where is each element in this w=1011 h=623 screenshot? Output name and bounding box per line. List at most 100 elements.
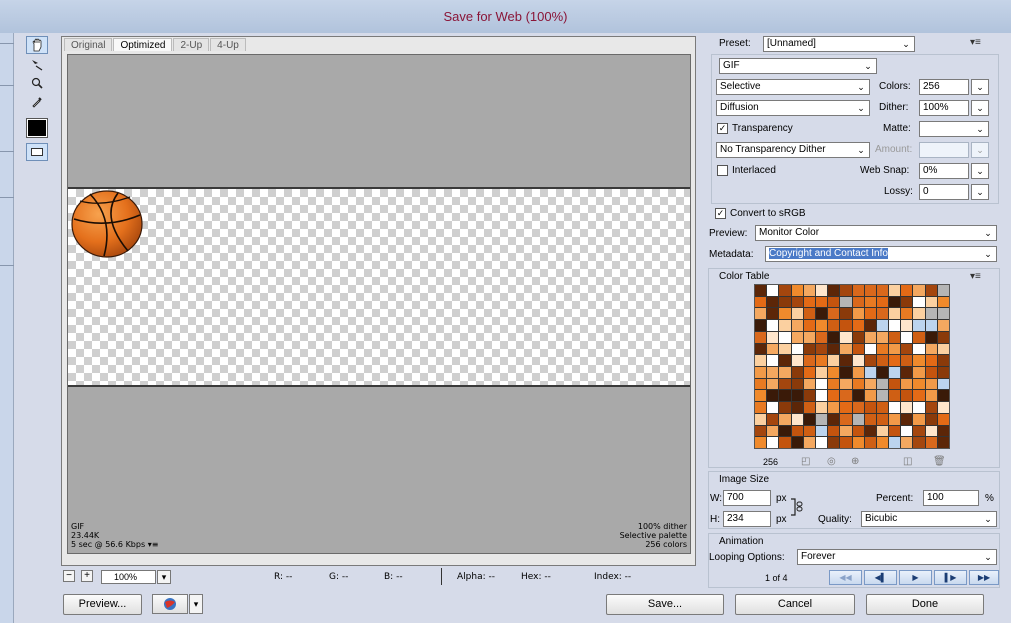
color-swatch[interactable]: [901, 425, 913, 437]
color-swatch[interactable]: [864, 308, 876, 320]
color-swatch[interactable]: [767, 331, 779, 343]
color-swatch[interactable]: [925, 378, 937, 390]
color-table-menu-icon[interactable]: ▾≡: [970, 271, 981, 282]
color-swatch[interactable]: [840, 390, 852, 402]
color-swatch[interactable]: [852, 378, 864, 390]
color-table-grid[interactable]: [754, 284, 950, 449]
color-swatch[interactable]: [779, 413, 791, 425]
color-swatch[interactable]: [864, 437, 876, 448]
color-swatch[interactable]: [937, 425, 949, 437]
lossy-field[interactable]: 0: [919, 184, 969, 200]
dither-algorithm-select[interactable]: Diffusion ⌄: [716, 100, 870, 116]
color-swatch[interactable]: [840, 308, 852, 320]
interlaced-checkbox[interactable]: [717, 165, 728, 176]
color-swatch[interactable]: [840, 437, 852, 448]
color-swatch[interactable]: [913, 378, 925, 390]
color-swatch[interactable]: [828, 320, 840, 331]
color-swatch[interactable]: [840, 413, 852, 425]
color-swatch[interactable]: [925, 355, 937, 366]
width-field[interactable]: 700: [723, 490, 771, 506]
color-swatch[interactable]: [779, 320, 791, 331]
color-swatch[interactable]: [803, 437, 815, 448]
preview-button[interactable]: Preview...: [63, 594, 142, 615]
color-swatch[interactable]: [803, 355, 815, 366]
file-format-select[interactable]: GIF ⌄: [719, 58, 877, 74]
color-swatch[interactable]: [828, 402, 840, 413]
color-swatch[interactable]: [767, 343, 779, 355]
color-swatch[interactable]: [803, 285, 815, 296]
color-swatch[interactable]: [767, 320, 779, 331]
color-swatch[interactable]: [755, 308, 767, 320]
color-swatch[interactable]: [755, 285, 767, 296]
color-swatch[interactable]: [755, 413, 767, 425]
color-swatch[interactable]: [925, 437, 937, 448]
image-canvas[interactable]: [67, 54, 691, 554]
color-swatch[interactable]: [876, 437, 889, 448]
color-swatch[interactable]: [767, 296, 779, 308]
color-swatch[interactable]: [901, 343, 913, 355]
color-swatch[interactable]: [791, 437, 803, 448]
color-swatch[interactable]: [755, 331, 767, 343]
color-swatch[interactable]: [925, 343, 937, 355]
color-swatch[interactable]: [779, 367, 791, 378]
color-swatch[interactable]: [901, 390, 913, 402]
color-swatch[interactable]: [791, 425, 803, 437]
color-swatch[interactable]: [779, 285, 791, 296]
color-swatch[interactable]: [901, 320, 913, 331]
colors-dropdown-arrow[interactable]: ⌄: [971, 79, 989, 95]
lossy-dropdown-arrow[interactable]: ⌄: [971, 184, 989, 200]
color-swatch[interactable]: [815, 343, 828, 355]
color-swatch[interactable]: [889, 296, 901, 308]
color-swatch[interactable]: [791, 320, 803, 331]
tab-original[interactable]: Original: [64, 38, 113, 51]
color-swatch[interactable]: [815, 367, 828, 378]
color-swatch[interactable]: [779, 437, 791, 448]
transparency-dither-select[interactable]: No Transparency Dither ⌄: [716, 142, 870, 158]
color-swatch[interactable]: [864, 378, 876, 390]
color-reduction-select[interactable]: Selective ⌄: [716, 79, 870, 95]
color-swatch[interactable]: [876, 343, 889, 355]
color-swatch[interactable]: [852, 296, 864, 308]
color-swatch[interactable]: [791, 355, 803, 366]
color-swatch[interactable]: [840, 320, 852, 331]
color-swatch[interactable]: [889, 402, 901, 413]
color-swatch[interactable]: [937, 285, 949, 296]
color-swatch[interactable]: [889, 343, 901, 355]
color-swatch[interactable]: [815, 402, 828, 413]
color-swatch[interactable]: [791, 331, 803, 343]
tab-optimized[interactable]: Optimized: [113, 38, 173, 51]
colors-field[interactable]: 256: [919, 79, 969, 95]
color-swatch[interactable]: [889, 413, 901, 425]
color-swatch[interactable]: [779, 355, 791, 366]
zoom-in-button[interactable]: +: [81, 570, 93, 582]
color-swatch[interactable]: [864, 285, 876, 296]
color-swatch[interactable]: [864, 331, 876, 343]
eyedropper-color-swatch[interactable]: [26, 118, 48, 138]
color-swatch[interactable]: [876, 378, 889, 390]
color-swatch[interactable]: [803, 320, 815, 331]
color-swatch[interactable]: [889, 308, 901, 320]
color-swatch[interactable]: [925, 308, 937, 320]
color-swatch[interactable]: [913, 402, 925, 413]
color-swatch[interactable]: [767, 425, 779, 437]
color-swatch[interactable]: [840, 367, 852, 378]
color-swatch[interactable]: [852, 285, 864, 296]
color-swatch[interactable]: [876, 285, 889, 296]
color-swatch[interactable]: [864, 402, 876, 413]
previous-frame-button[interactable]: ◀▌: [864, 570, 897, 585]
color-swatch[interactable]: [803, 343, 815, 355]
color-swatch[interactable]: [767, 355, 779, 366]
color-swatch[interactable]: [828, 367, 840, 378]
color-swatch[interactable]: [755, 425, 767, 437]
color-swatch[interactable]: [876, 308, 889, 320]
color-swatch[interactable]: [803, 331, 815, 343]
color-swatch[interactable]: [815, 285, 828, 296]
looping-options-select[interactable]: Forever ⌄: [797, 549, 997, 565]
color-swatch[interactable]: [889, 355, 901, 366]
color-swatch[interactable]: [876, 367, 889, 378]
color-swatch[interactable]: [767, 402, 779, 413]
color-swatch[interactable]: [815, 296, 828, 308]
color-swatch[interactable]: [889, 378, 901, 390]
color-swatch[interactable]: [779, 343, 791, 355]
color-swatch[interactable]: [779, 308, 791, 320]
